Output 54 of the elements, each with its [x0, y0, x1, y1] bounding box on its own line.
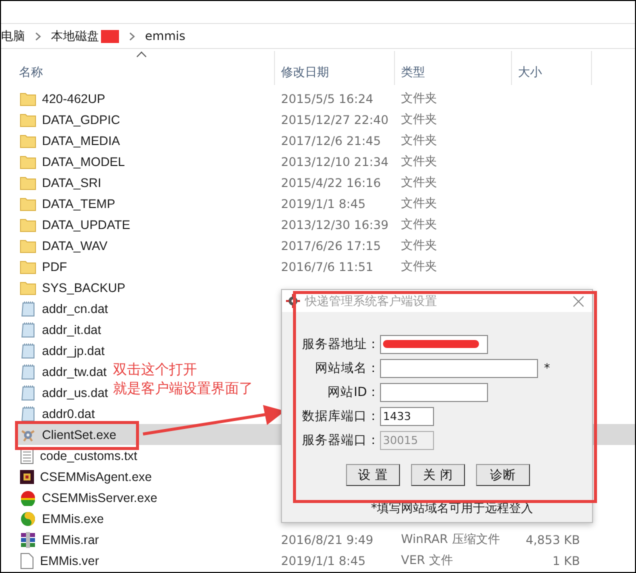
file-name: addr_it.dat — [42, 322, 102, 336]
file-type: 文件夹 — [400, 174, 438, 191]
modified-date: 2019/1/1 8:45 — [280, 554, 367, 568]
modified-date: 2015/5/5 16:24 — [280, 92, 374, 106]
file-name: PDF — [42, 260, 67, 274]
file-type: 文件夹 — [400, 153, 438, 170]
field-label: 网站域名： — [314, 360, 380, 376]
modified-date: 2017/6/26 17:15 — [280, 238, 382, 252]
file-name: DATA_UPDATE — [42, 218, 130, 232]
modified-date: 2017/12/6 21:45 — [280, 134, 382, 148]
file-type: 文件夹 — [400, 132, 438, 149]
file-name: DATA_MEDIA — [42, 134, 120, 148]
file-name: EMMis.exe — [42, 512, 104, 526]
file-name: CSEMMisServer.exe — [42, 490, 158, 504]
modified-date: 2015/12/27 22:40 — [280, 112, 390, 126]
file-type: 文件夹 — [400, 111, 438, 128]
field-label: 网站ID： — [326, 384, 380, 400]
file-name: addr_jp.dat — [42, 344, 105, 358]
file-name: SYS_BACKUP — [42, 280, 126, 294]
file-name: EMMis.rar — [42, 532, 99, 546]
modified-date: 2016/7/6 11:51 — [280, 260, 374, 274]
field-label: 服务器端口： — [301, 432, 380, 448]
file-name: 420-462UP — [42, 92, 106, 106]
file-type: 文件夹 — [400, 258, 438, 275]
modified-date: 2013/12/30 16:39 — [280, 218, 390, 232]
file-name: DATA_MODEL — [42, 154, 125, 168]
file-name: DATA_GDPIC — [42, 112, 120, 126]
file-type: 文件夹 — [400, 216, 438, 233]
file-name: CSEMMisAgent.exe — [40, 470, 152, 484]
modified-date: 2015/4/22 16:16 — [280, 176, 382, 190]
field-label: 服务器地址： — [301, 336, 380, 352]
modified-date: 2016/8/21 9:49 — [280, 532, 374, 546]
file-name: addr_tw.dat — [42, 364, 107, 378]
file-size: 1 KB — [551, 554, 580, 568]
file-name: code_customs.txt — [40, 448, 138, 462]
file-name: addr_us.dat — [42, 386, 108, 400]
file-name: EMMis.ver — [40, 554, 100, 568]
file-name: DATA_WAV — [42, 238, 108, 252]
file-type: VER 文件 — [400, 552, 454, 569]
file-type: 文件夹 — [400, 237, 438, 254]
file-type: 文件夹 — [400, 90, 438, 107]
file-name: DATA_TEMP — [42, 196, 116, 210]
dialog-title: 快递管理系统客户端设置 — [305, 292, 438, 310]
file-name: ClientSet.exe — [42, 428, 116, 442]
file-type: WinRAR 压缩文件 — [400, 531, 501, 548]
file-type: 文件夹 — [400, 195, 438, 212]
file-name: addr_cn.dat — [42, 302, 108, 316]
file-size: 4,853 KB — [524, 532, 580, 546]
modified-date: 2019/1/1 8:45 — [280, 196, 367, 210]
field-label: 数据库端口： — [301, 408, 380, 424]
file-name: DATA_SRI — [42, 176, 102, 190]
required-mark: * — [544, 361, 550, 375]
file-name: addr0.dat — [42, 406, 95, 420]
modified-date: 2013/12/10 21:34 — [280, 154, 390, 168]
